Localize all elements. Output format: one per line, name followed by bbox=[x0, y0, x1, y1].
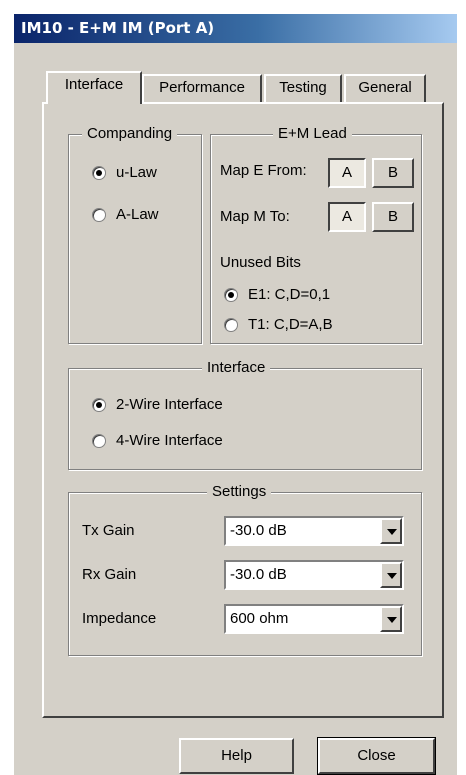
tab-performance[interactable]: Performance bbox=[142, 74, 262, 102]
close-button[interactable]: Close bbox=[317, 737, 436, 775]
alaw-radio-dot bbox=[92, 207, 106, 222]
impedance-label: Impedance bbox=[82, 610, 157, 627]
map-e-b-label: B bbox=[387, 164, 398, 181]
interface-tab-panel: Companding u-Law A-Law E+M Lead Map E Fr… bbox=[42, 102, 444, 718]
companding-legend: Companding bbox=[82, 125, 178, 142]
two-wire-radio[interactable]: 2-Wire Interface bbox=[92, 396, 223, 413]
unused-bits-label: Unused Bits bbox=[220, 254, 301, 271]
e1-radio[interactable]: E1: C,D=0,1 bbox=[224, 286, 330, 303]
map-m-b-label: B bbox=[387, 208, 398, 225]
four-wire-radio-dot bbox=[92, 433, 106, 448]
tab-interface-label: Interface bbox=[64, 76, 124, 93]
two-wire-label: 2-Wire Interface bbox=[116, 396, 223, 413]
settings-legend: Settings bbox=[207, 483, 272, 500]
e1-radio-dot bbox=[224, 287, 238, 302]
rx-gain-label: Rx Gain bbox=[82, 566, 137, 583]
tab-performance-label: Performance bbox=[159, 79, 245, 96]
impedance-select[interactable]: 600 ohm bbox=[224, 604, 404, 634]
alaw-label: A-Law bbox=[116, 206, 159, 223]
tab-interface[interactable]: Interface bbox=[46, 71, 142, 104]
four-wire-label: 4-Wire Interface bbox=[116, 432, 223, 449]
em-lead-legend: E+M Lead bbox=[273, 125, 352, 142]
companding-alaw-radio[interactable]: A-Law bbox=[92, 206, 159, 223]
rx-gain-select[interactable]: -30.0 dB bbox=[224, 560, 404, 590]
tx-gain-select[interactable]: -30.0 dB bbox=[224, 516, 404, 546]
tx-gain-value: -30.0 dB bbox=[230, 522, 287, 539]
ulaw-label: u-Law bbox=[116, 164, 157, 181]
map-e-a-button[interactable]: A bbox=[328, 158, 366, 188]
tab-testing-label: Testing bbox=[279, 79, 327, 96]
tab-general[interactable]: General bbox=[344, 74, 426, 102]
help-button[interactable]: Help bbox=[179, 738, 294, 774]
title-bar[interactable]: IM10 - E+M IM (Port A) bbox=[14, 14, 457, 43]
rx-gain-value: -30.0 dB bbox=[230, 566, 287, 583]
interface-group: Interface bbox=[68, 359, 422, 470]
close-button-label: Close bbox=[357, 747, 396, 764]
dialog-window: IM10 - E+M IM (Port A) Interface Perform… bbox=[14, 14, 457, 775]
map-e-label: Map E From: bbox=[220, 162, 307, 179]
map-e-a-label: A bbox=[341, 164, 352, 181]
map-m-a-label: A bbox=[341, 208, 352, 225]
tab-testing[interactable]: Testing bbox=[264, 74, 342, 102]
map-e-b-button[interactable]: B bbox=[372, 158, 414, 188]
t1-radio[interactable]: T1: C,D=A,B bbox=[224, 316, 333, 333]
four-wire-radio[interactable]: 4-Wire Interface bbox=[92, 432, 223, 449]
tx-gain-dropdown-button[interactable] bbox=[380, 518, 402, 544]
interface-legend: Interface bbox=[202, 359, 271, 376]
impedance-value: 600 ohm bbox=[230, 610, 289, 627]
map-m-a-button[interactable]: A bbox=[328, 202, 366, 232]
chevron-down-icon bbox=[387, 617, 397, 623]
two-wire-radio-dot bbox=[92, 397, 106, 412]
map-m-label: Map M To: bbox=[220, 208, 290, 225]
map-m-b-button[interactable]: B bbox=[372, 202, 414, 232]
window-title: IM10 - E+M IM (Port A) bbox=[21, 19, 215, 37]
tx-gain-label: Tx Gain bbox=[82, 522, 135, 539]
impedance-dropdown-button[interactable] bbox=[380, 606, 402, 632]
t1-radio-dot bbox=[224, 317, 238, 332]
e1-label: E1: C,D=0,1 bbox=[248, 286, 331, 303]
t1-label: T1: C,D=A,B bbox=[248, 316, 333, 333]
chevron-down-icon bbox=[387, 573, 397, 579]
chevron-down-icon bbox=[387, 529, 397, 535]
ulaw-radio-dot bbox=[92, 165, 106, 180]
tab-general-label: General bbox=[358, 79, 412, 96]
companding-ulaw-radio[interactable]: u-Law bbox=[92, 164, 157, 181]
help-button-label: Help bbox=[221, 747, 252, 764]
rx-gain-dropdown-button[interactable] bbox=[380, 562, 402, 588]
